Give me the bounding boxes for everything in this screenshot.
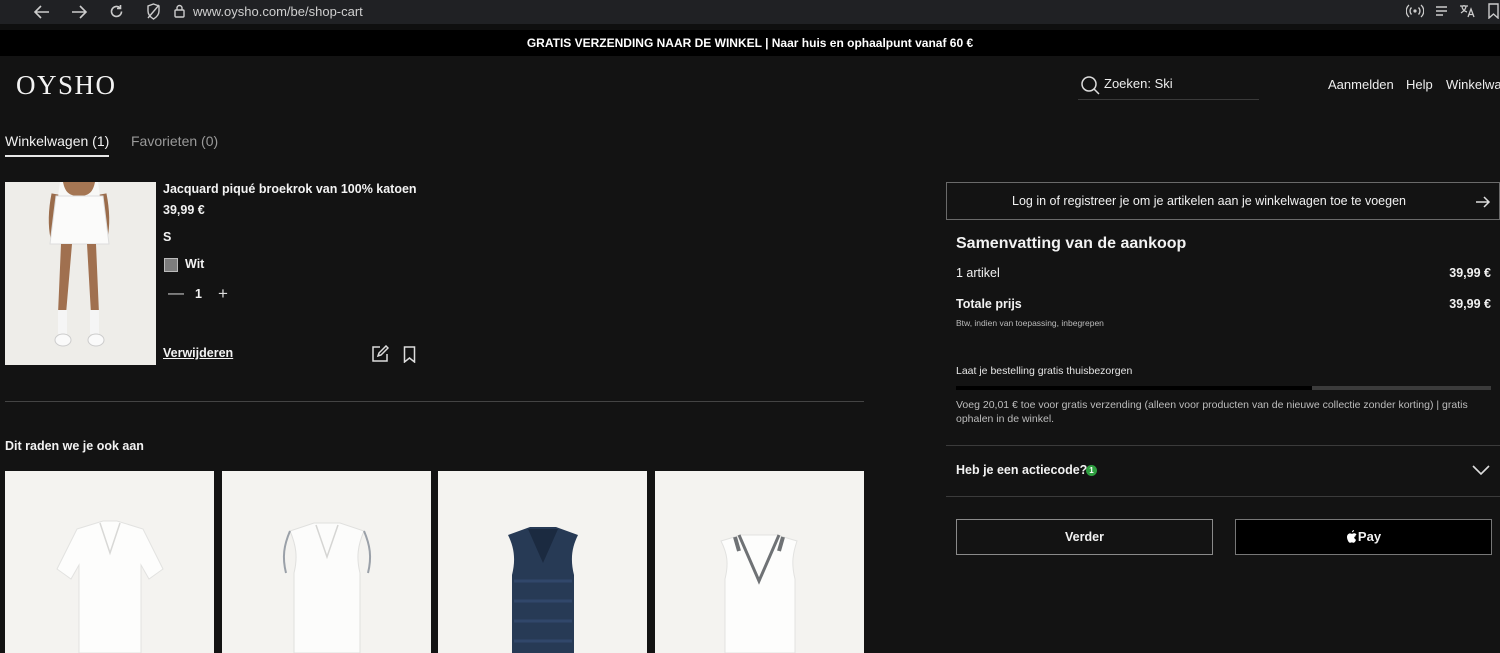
reload-icon[interactable]: [108, 3, 125, 20]
broadcast-icon[interactable]: [1406, 4, 1424, 18]
login-register-text[interactable]: Log in of registreer je om je artikelen …: [947, 194, 1471, 208]
continue-button[interactable]: Verder: [956, 519, 1213, 555]
browser-toolbar: www.oysho.com/be/shop-cart: [0, 0, 1500, 24]
nav-help-link[interactable]: Help: [1406, 77, 1433, 92]
back-arrow-icon[interactable]: [33, 4, 51, 20]
reader-mode-icon[interactable]: [1435, 5, 1448, 17]
promo-code-toggle[interactable]: Heb je een actiecode?: [956, 463, 1087, 477]
apple-pay-button[interactable]: Pay: [1235, 519, 1492, 555]
product-color: Wit: [185, 257, 205, 271]
free-shipping-progress-fill: [956, 386, 1312, 390]
search-field[interactable]: Zoeken: Ski: [1078, 73, 1259, 100]
save-for-later-icon[interactable]: [403, 346, 416, 363]
edit-icon[interactable]: [371, 345, 389, 363]
forward-arrow-icon[interactable]: [70, 4, 88, 20]
items-count-label: 1 artikel: [956, 266, 1000, 280]
recommendation-card[interactable]: [438, 471, 647, 653]
recommendation-card[interactable]: [655, 471, 864, 653]
remove-button[interactable]: Verwijderen: [163, 346, 233, 360]
quantity-decrease-button[interactable]: —: [168, 285, 184, 303]
search-text[interactable]: Zoeken: Ski: [1104, 76, 1173, 91]
login-register-banner[interactable]: Log in of registreer je om je artikelen …: [946, 182, 1500, 220]
search-icon: [1081, 76, 1100, 95]
product-image[interactable]: [5, 182, 156, 365]
section-divider: [5, 401, 864, 402]
free-shipping-text: Voeg 20,01 € toe voor gratis verzending …: [956, 399, 1468, 425]
product-name[interactable]: Jacquard piqué broekrok van 100% katoen: [163, 182, 417, 196]
summary-title: Samenvatting van de aankoop: [956, 235, 1187, 252]
nav-cart-link[interactable]: Winkelwa: [1446, 77, 1500, 92]
product-size: S: [163, 230, 172, 244]
recommendations-title: Dit raden we je ook aan: [5, 439, 144, 453]
product-price: 39,99 €: [163, 203, 205, 217]
promo-banner: GRATIS VERZENDING NAAR DE WINKEL | Naar …: [0, 30, 1500, 56]
tracking-protection-icon[interactable]: [146, 3, 161, 20]
chevron-down-icon[interactable]: [1472, 464, 1490, 476]
arrow-right-icon: [1476, 196, 1491, 208]
nav-login-link[interactable]: Aanmelden: [1328, 77, 1394, 92]
summary-divider: [946, 496, 1500, 497]
recommendation-card[interactable]: [222, 471, 431, 653]
recommendation-card[interactable]: [5, 471, 214, 653]
oysho-logo[interactable]: OYSHO: [16, 70, 117, 101]
total-price-label: Totale prijs: [956, 297, 1022, 311]
quantity-value: 1: [195, 287, 202, 301]
lock-icon: [174, 4, 185, 18]
apple-icon: [1346, 530, 1357, 543]
apple-pay-label[interactable]: Pay: [1358, 529, 1381, 544]
total-price-value: 39,99 €: [1449, 297, 1491, 311]
summary-divider: [946, 445, 1500, 446]
address-bar-url[interactable]: www.oysho.com/be/shop-cart: [193, 4, 363, 19]
bookmark-icon[interactable]: [1488, 3, 1499, 19]
free-shipping-progress-bar: [956, 386, 1491, 390]
free-shipping-title: Laat je bestelling gratis thuisbezorgen: [956, 365, 1133, 377]
tab-favorites[interactable]: Favorieten (0): [131, 133, 218, 149]
items-subtotal-value: 39,99 €: [1449, 266, 1491, 280]
site-header: OYSHO Zoeken: Ski Aanmelden Help Winkelw…: [0, 56, 1500, 116]
promo-count-badge: 1: [1086, 465, 1097, 476]
tax-note: Btw, indien van toepassing, inbegrepen: [956, 318, 1104, 328]
quantity-increase-button[interactable]: +: [218, 284, 228, 304]
color-swatch: [164, 258, 178, 272]
translate-icon[interactable]: [1459, 4, 1475, 18]
tab-cart[interactable]: Winkelwagen (1): [5, 133, 110, 157]
